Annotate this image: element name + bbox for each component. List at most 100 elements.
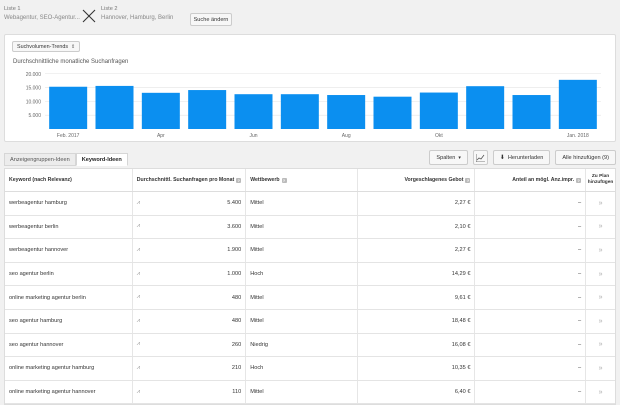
header-impr-share[interactable]: Anteil an mögl. Anz.impr.? xyxy=(475,169,587,191)
bar-10[interactable] xyxy=(512,95,551,129)
header-searches-label: Durchschnittl. Suchanfragen pro Monat xyxy=(136,177,235,183)
header-keyword[interactable]: Keyword (nach Relevanz) xyxy=(5,169,133,191)
double-chevron-right-icon[interactable]: » xyxy=(599,389,603,396)
x-tick-label: Feb. 2017 xyxy=(57,133,80,139)
chart-toggle-button[interactable] xyxy=(472,150,488,165)
competition-value: Hoch xyxy=(250,365,264,372)
bar-1[interactable] xyxy=(95,85,134,129)
bid-cell: 14,29 € xyxy=(358,262,476,286)
question-mark-icon[interactable]: ? xyxy=(465,177,471,183)
list-2[interactable]: Liste 2 Hannover, Hamburg, Berlin xyxy=(101,6,173,21)
header-add-line2: hinzufügen xyxy=(587,180,614,185)
searches-cell: ⩘ 1.000 xyxy=(133,262,247,286)
header-competition[interactable]: Wettbewerb? xyxy=(246,169,358,191)
download-button[interactable]: ⬇ Herunterladen xyxy=(492,150,551,165)
trend-select[interactable]: Suchvolumen-Trends ⇕ xyxy=(12,41,81,52)
y-tick-label: 10.000 xyxy=(26,99,42,105)
impr-value: – xyxy=(577,389,582,396)
header-competition-label: Wettbewerb xyxy=(250,177,280,183)
double-chevron-right-icon[interactable]: » xyxy=(599,318,603,325)
bar-6[interactable] xyxy=(327,95,366,129)
searches-cell: ⩘ 480 xyxy=(133,286,247,309)
keyword-cell: werbeagentur hannover xyxy=(5,239,133,262)
bar-7[interactable] xyxy=(373,96,412,129)
columns-button[interactable]: Spalten ▾ xyxy=(429,150,468,165)
line-chart-icon[interactable]: ⩘ xyxy=(137,365,140,372)
search-header: Liste 1 Webagentur, SEO-Agentur... Liste… xyxy=(0,0,620,32)
double-chevron-right-icon[interactable]: » xyxy=(599,223,603,230)
competition-cell: Mittel xyxy=(246,309,358,333)
double-chevron-right-icon[interactable]: » xyxy=(599,365,603,372)
searches-value: 110 xyxy=(232,389,242,396)
bar-2[interactable] xyxy=(141,92,180,129)
bar-5[interactable] xyxy=(280,94,319,129)
trend-select-label: Suchvolumen-Trends xyxy=(17,43,69,50)
bar-4[interactable] xyxy=(234,94,273,129)
table-row: seo agentur hamburg ⩘ 480 Mittel 18,48 € – » xyxy=(5,309,615,334)
searches-value: 3.600 xyxy=(227,223,242,230)
bid-value: 18,48 € xyxy=(451,318,471,325)
bar-11[interactable] xyxy=(558,79,597,129)
header-bid[interactable]: Vorgeschlagenes Gebot? xyxy=(358,169,476,191)
bid-value: 2,10 € xyxy=(454,223,471,230)
add-to-plan-cell: » xyxy=(586,381,615,404)
searches-value: 260 xyxy=(231,341,242,348)
bar-0[interactable] xyxy=(49,86,88,129)
line-chart-icon[interactable]: ⩘ xyxy=(137,200,140,207)
double-chevron-right-icon[interactable]: » xyxy=(599,271,603,278)
list-1[interactable]: Liste 1 Webagentur, SEO-Agentur... xyxy=(4,6,80,21)
double-chevron-right-icon[interactable]: » xyxy=(599,341,603,348)
impr-share-cell: – xyxy=(475,215,587,239)
line-chart-icon[interactable]: ⩘ xyxy=(137,294,140,301)
impr-share-cell: – xyxy=(475,309,587,333)
bid-cell: 16,08 € xyxy=(358,333,476,357)
y-tick-label: 15.000 xyxy=(26,86,42,92)
double-chevron-right-icon[interactable]: » xyxy=(599,294,603,301)
x-tick-label: Jan. 2018 xyxy=(567,133,589,139)
bar-3[interactable] xyxy=(188,90,227,129)
columns-label: Spalten xyxy=(436,154,456,161)
competition-value: Mittel xyxy=(250,223,264,230)
line-chart-icon[interactable]: ⩘ xyxy=(137,223,140,230)
table-row: online marketing agentur hamburg ⩘ 210 Hoch… xyxy=(5,357,615,381)
bar-9[interactable] xyxy=(466,86,505,129)
tab-keyword-ideas[interactable]: Keyword-Ideen xyxy=(75,153,128,166)
line-chart-icon[interactable]: ⩘ xyxy=(137,318,140,325)
y-tick-label: 5.000 xyxy=(28,113,41,119)
searches-cell: ⩘ 480 xyxy=(133,309,247,333)
line-chart-icon[interactable]: ⩘ xyxy=(137,341,140,348)
bar-chart: 5.000 10.000 15.000 20.000 Feb. 2017 Apr Jun Au… xyxy=(26,72,601,139)
header-searches[interactable]: Durchschnittl. Suchanfragen pro Monat? xyxy=(133,169,247,191)
searches-cell: ⩘ 3.600 xyxy=(133,215,247,239)
competition-value: Niedrig xyxy=(250,341,268,348)
add-to-plan-cell: » xyxy=(586,239,615,262)
searches-cell: ⩘ 1.900 xyxy=(133,239,247,262)
download-label: Herunterladen xyxy=(507,154,544,161)
search-volume-chart-card: Suchvolumen-Trends ⇕ Durchschnittliche m… xyxy=(4,34,616,142)
impr-share-cell: – xyxy=(475,239,587,262)
add-all-button[interactable]: Alle hinzufügen (9) xyxy=(555,150,616,165)
double-chevron-right-icon[interactable]: » xyxy=(599,247,603,254)
question-mark-icon[interactable]: ? xyxy=(281,177,287,183)
tab-ad-group-ideas[interactable]: Anzeigengruppen-Ideen xyxy=(4,153,76,166)
question-mark-icon[interactable]: ? xyxy=(576,177,582,183)
table-row: seo agentur berlin ⩘ 1.000 Hoch 14,29 € – » xyxy=(5,262,615,287)
impr-value: – xyxy=(577,365,582,372)
keyword-cell: werbeagentur hamburg xyxy=(5,192,133,215)
bar-8[interactable] xyxy=(419,92,458,129)
line-chart-icon[interactable]: ⩘ xyxy=(137,271,140,278)
keyword-text: seo agentur hannover xyxy=(9,341,64,348)
bid-value: 6,40 € xyxy=(454,389,471,396)
competition-value: Mittel xyxy=(250,247,264,254)
change-search-button[interactable]: Suche ändern xyxy=(190,13,232,26)
question-mark-icon[interactable]: ? xyxy=(236,177,242,183)
double-chevron-right-icon[interactable]: » xyxy=(599,200,603,207)
bid-value: 2,27 € xyxy=(454,247,471,254)
x-tick-label: Okt xyxy=(435,133,443,139)
searches-value: 1.900 xyxy=(227,247,242,254)
line-chart-icon[interactable]: ⩘ xyxy=(137,247,140,254)
line-chart-icon[interactable]: ⩘ xyxy=(137,389,140,396)
impr-share-cell: – xyxy=(475,380,587,404)
impr-share-cell: – xyxy=(475,262,587,286)
bid-value: 14,29 € xyxy=(451,271,471,278)
